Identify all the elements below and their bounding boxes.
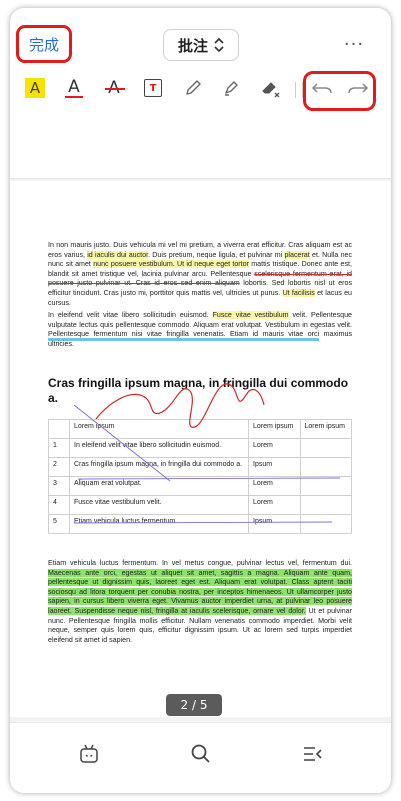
highlight-icon: A (25, 78, 45, 98)
table-cell (299, 514, 352, 534)
assistant-button[interactable] (76, 741, 102, 767)
device-frame: 完成 批注 ··· A A A (10, 8, 391, 793)
mode-label: 批注 (177, 36, 208, 55)
undo-redo-highlight-box (303, 71, 376, 111)
table-cell: Fusce vitae vestibulum velit. (69, 495, 249, 515)
textbox-tool-button[interactable]: T (140, 74, 166, 102)
table-cell (299, 476, 352, 496)
table-cell: 4 (48, 495, 70, 515)
highlight-glyph: A (29, 79, 41, 97)
search-button[interactable] (188, 741, 214, 767)
strikethrough-tool-button[interactable]: A (101, 74, 127, 102)
textbox-icon: T (144, 79, 162, 97)
table-row: 4 Fusce vitae vestibulum velit. Lorem (48, 495, 352, 515)
table-cell: Lorem (248, 476, 301, 496)
table-row: 1 In eleifend velit vitae libero sollici… (48, 438, 352, 458)
table-row: 2 Cras fringilla ipsum magna, in fringil… (48, 457, 352, 477)
pencil-tool-button[interactable] (180, 74, 206, 102)
table-cell: 2 (48, 457, 70, 477)
table-cell: Lorem ipsum (299, 419, 352, 439)
page-indicator: 2 / 5 (166, 694, 222, 716)
bot-icon (80, 744, 98, 763)
text-color-underline (65, 96, 83, 98)
highlight-annotation[interactable]: Ut facilisis (282, 288, 315, 297)
underline-annotation[interactable]: Pellentesque fermentum nisi vitae fringi… (48, 330, 320, 342)
more-options-button[interactable]: ··· (340, 34, 368, 55)
strike-line (105, 88, 126, 90)
table-cell (48, 419, 70, 439)
table-cell: Lorem (248, 438, 301, 458)
table-row: 3 Aliquam erat volutpat. Lorem (48, 476, 352, 496)
table-cell: 3 (48, 476, 70, 496)
text-run: In eleifend velit vitae libero sollicitu… (48, 311, 213, 319)
table-row: 5 Etiam vehicula luctus fermentum. Ipsum (48, 514, 352, 534)
highlight-annotation[interactable]: Fusce vitae vestibulum (212, 311, 289, 319)
table-cell: Etiam vehicula luctus fermentum. (69, 514, 249, 534)
table-cell: In eleifend velit vitae libero sollicitu… (69, 438, 249, 458)
text-color-glyph: A (68, 77, 80, 97)
marker-tool-button[interactable] (218, 74, 244, 102)
paragraph-2: In eleifend velit vitae libero sollicitu… (48, 311, 352, 349)
table-cell: 5 (48, 514, 70, 534)
table-cell: Lorem (248, 495, 301, 515)
text-run: Etiam vehicula luctus fermentum. In vel … (48, 559, 352, 567)
text-run: . Duis pretium, neque ligula, et pulvina… (148, 250, 285, 259)
highlight-annotation[interactable]: id iaculis dui auctor (87, 250, 149, 259)
table-cell: Lorem ipsum (248, 419, 301, 439)
highlight-annotation[interactable]: placerat (284, 250, 310, 259)
strikethrough-icon: A (105, 78, 126, 98)
done-button[interactable]: 完成 (16, 25, 72, 63)
table-cell (299, 457, 352, 477)
outline-list-icon (304, 747, 322, 761)
document-page[interactable]: In non mauris justo. Duis vehicula mi ve… (10, 181, 391, 717)
search-icon (191, 744, 210, 763)
header: 完成 批注 ··· A A A (10, 8, 391, 118)
bottom-bar (10, 722, 391, 793)
table-cell: Ipsum (248, 457, 301, 477)
table-cell (299, 495, 352, 515)
table-cell: 1 (48, 438, 70, 458)
paragraph-1: In non mauris justo. Duis vehicula mi ve… (48, 241, 352, 308)
paragraph-3: Etiam vehicula luctus fermentum. In vel … (48, 559, 352, 645)
table-cell (299, 438, 352, 458)
textbox-glyph: T (149, 82, 157, 94)
table-cell: Cras fringilla ipsum magna, in fringilla… (69, 457, 249, 477)
table-cell: Ipsum (248, 514, 301, 534)
marker-icon (225, 81, 238, 96)
table-cell: Aliquam erat volutpat. (69, 476, 249, 496)
document-table: Lorem ipsum Lorem ipsum Lorem ipsum 1 In… (48, 419, 352, 534)
annotation-mode-select[interactable]: 批注 (163, 29, 239, 61)
outline-button[interactable] (300, 741, 326, 767)
section-heading: Cras fringilla ipsum magna, in fringilla… (48, 376, 349, 405)
table-header-row: Lorem ipsum Lorem ipsum Lorem ipsum (48, 419, 352, 439)
table-cell: Lorem ipsum (69, 419, 249, 439)
text-color-icon: A (65, 78, 83, 98)
eraser-tool-button[interactable] (258, 74, 284, 102)
chevron-updown-icon (214, 37, 224, 53)
highlight-tool-button[interactable]: A (22, 74, 48, 102)
eraser-icon (262, 82, 280, 98)
highlight-annotation[interactable]: nunc posuere vestibulum. Ut id neque ege… (93, 260, 249, 269)
pencil-icon (186, 80, 201, 95)
toolbar-divider (295, 82, 303, 98)
text-color-tool-button[interactable]: A (61, 74, 87, 102)
previous-page-bottom (10, 118, 391, 179)
